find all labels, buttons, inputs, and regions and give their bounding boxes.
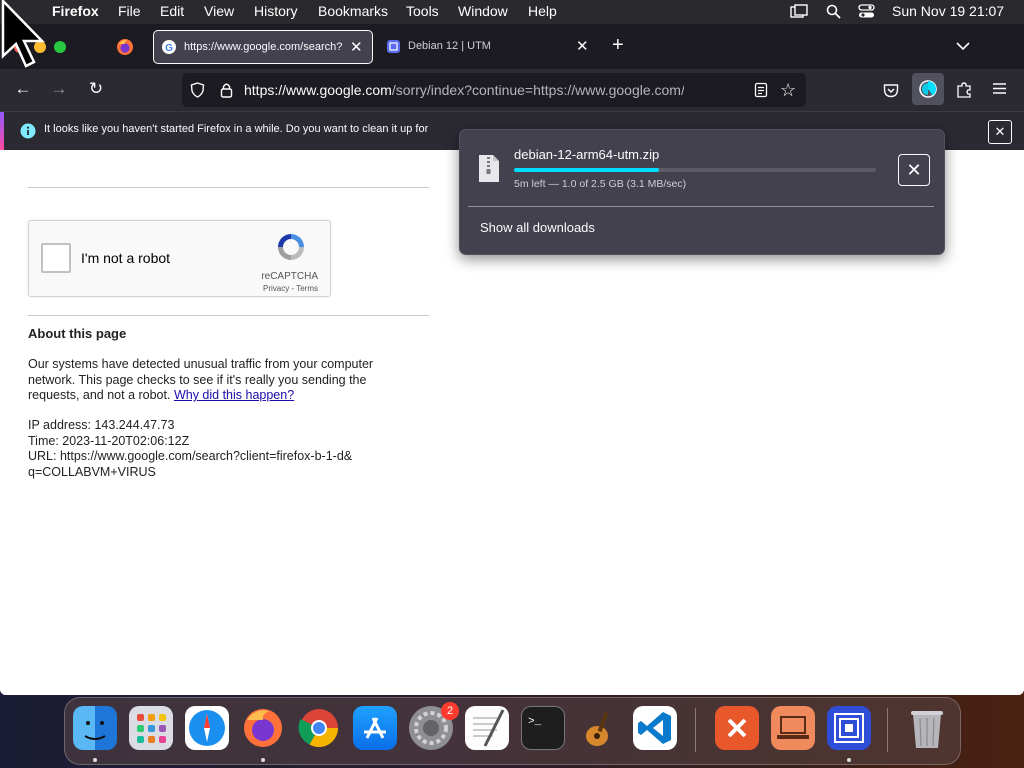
bookmark-star-icon[interactable]: ☆ [780,80,796,101]
forward-arrow-icon[interactable]: → [48,79,70,101]
tab-label: https://www.google.com/search? [184,41,343,53]
divider [28,187,429,188]
settings-notification-badge: 2 [441,702,459,720]
tab-google-search[interactable]: G https://www.google.com/search? ✕ [153,30,373,64]
ip-address-line: IP address: 143.244.47.73 [28,418,175,432]
menu-view[interactable]: View [204,3,234,19]
trash-icon[interactable] [905,706,949,750]
menu-window[interactable]: Window [458,3,508,19]
recaptcha-brand: reCAPTCHA [261,271,318,282]
app-menu[interactable]: Firefox [52,3,99,19]
recaptcha-privacy-terms[interactable]: Privacy - Terms [263,284,318,293]
control-center-icon[interactable] [858,4,875,22]
time-line: Time: 2023-11-20T02:06:12Z [28,434,190,448]
url-line: URL: https://www.google.com/search?clien… [28,449,353,479]
pocket-icon[interactable] [883,83,899,103]
divider [28,315,429,316]
download-status: 5m left — 1.0 of 2.5 GB (3.1 MB/sec) [514,178,687,190]
recaptcha-label: I'm not a robot [81,250,171,266]
utm-running-dot [847,758,851,762]
utm-icon [387,40,400,56]
info-icon [20,123,36,144]
recaptcha-widget: I'm not a robot reCAPTCHA Privacy - Term… [28,220,331,297]
dock-separator [887,708,888,752]
finder-running-dot [93,758,97,762]
explanation-paragraph: Our systems have detected unusual traffi… [28,357,408,404]
downloads-panel: debian-12-arm64-utm.zip 5m left — 1.0 of… [459,129,945,255]
zoom-window-button[interactable] [54,41,66,53]
new-tab-plus-icon[interactable]: + [612,34,624,57]
tracking-protection-shield-icon[interactable] [190,82,205,103]
reader-view-icon[interactable] [754,82,768,103]
menubar-clock[interactable]: Sun Nov 19 21:07 [892,3,1004,19]
panel-divider [468,206,934,207]
download-progress-icon [919,80,937,98]
why-did-this-happen-link[interactable]: Why did this happen? [174,388,294,402]
nav-toolbar: ← → ↻ https://www.google.com/sorry/index… [0,69,1024,111]
close-tab-icon[interactable]: ✕ [576,37,589,55]
textedit-icon[interactable] [465,706,509,750]
dock-separator [695,708,696,752]
utm-app-icon[interactable] [827,706,871,750]
menu-help[interactable]: Help [528,3,557,19]
cancel-download-button[interactable]: ✕ [898,154,930,186]
menu-history[interactable]: History [254,3,298,19]
tab-label: Debian 12 | UTM [408,40,491,52]
show-all-downloads-button[interactable]: Show all downloads [480,220,595,235]
mouse-cursor-icon [0,0,48,77]
menu-bar: Firefox File Edit View History Bookmarks… [0,0,1024,24]
reload-icon[interactable]: ↻ [85,79,107,101]
tab-bar: G https://www.google.com/search? ✕ Debia… [0,24,1024,69]
laptop-vm-icon[interactable] [771,706,815,750]
close-notification-icon[interactable]: ✕ [988,120,1012,144]
svg-text:>_: >_ [528,716,542,728]
notification-text: It looks like you haven't started Firefo… [44,123,429,135]
firefox-view-icon[interactable] [116,38,134,61]
terminal-icon[interactable]: >_ [521,706,565,750]
firefox-icon[interactable] [241,706,285,750]
app-store-icon[interactable] [353,706,397,750]
close-tab-icon[interactable]: ✕ [350,38,363,56]
extensions-puzzle-icon[interactable] [956,81,973,103]
menu-tools[interactable]: Tools [406,3,439,19]
downloads-button[interactable] [912,73,944,105]
download-filename[interactable]: debian-12-arm64-utm.zip [514,147,659,162]
back-arrow-icon[interactable]: ← [12,79,34,101]
chrome-icon[interactable] [297,706,341,750]
url-domain: https://www.google.com [244,82,392,98]
about-heading: About this page [28,326,127,341]
url-text[interactable]: https://www.google.com/sorry/index?conti… [244,82,684,98]
hamburger-menu-icon[interactable] [992,82,1007,100]
vscode-icon[interactable] [633,706,677,750]
download-progress-fill [514,168,659,172]
recaptcha-logo-icon [275,231,307,268]
spotlight-search-icon[interactable] [826,4,841,22]
tab-debian-utm[interactable]: Debian 12 | UTM ✕ [378,30,600,64]
window-switch-icon[interactable] [790,4,808,22]
firefox-running-dot [261,758,265,762]
svg-text:G: G [165,43,173,54]
zip-file-icon [478,154,500,188]
url-path: /sorry/index?continue=https://www.google… [391,82,684,98]
finder-icon[interactable] [73,706,117,750]
browser-window: G https://www.google.com/search? ✕ Debia… [0,24,1024,695]
url-bar[interactable]: https://www.google.com/sorry/index?conti… [182,73,806,107]
dock: 2 >_ [64,697,961,765]
menu-bookmarks[interactable]: Bookmarks [318,3,388,19]
list-all-tabs-chevron-icon[interactable] [956,38,970,56]
download-progress-bar [514,168,876,172]
google-icon: G [162,40,176,57]
menu-file[interactable]: File [118,3,141,19]
menu-edit[interactable]: Edit [160,3,184,19]
launchpad-icon[interactable] [129,706,173,750]
safari-icon[interactable] [185,706,229,750]
recaptcha-checkbox[interactable] [41,243,71,273]
remote-desktop-icon[interactable] [715,706,759,750]
notification-accent-stripe [0,112,4,150]
lock-icon[interactable] [220,82,233,103]
garageband-icon[interactable] [577,706,621,750]
